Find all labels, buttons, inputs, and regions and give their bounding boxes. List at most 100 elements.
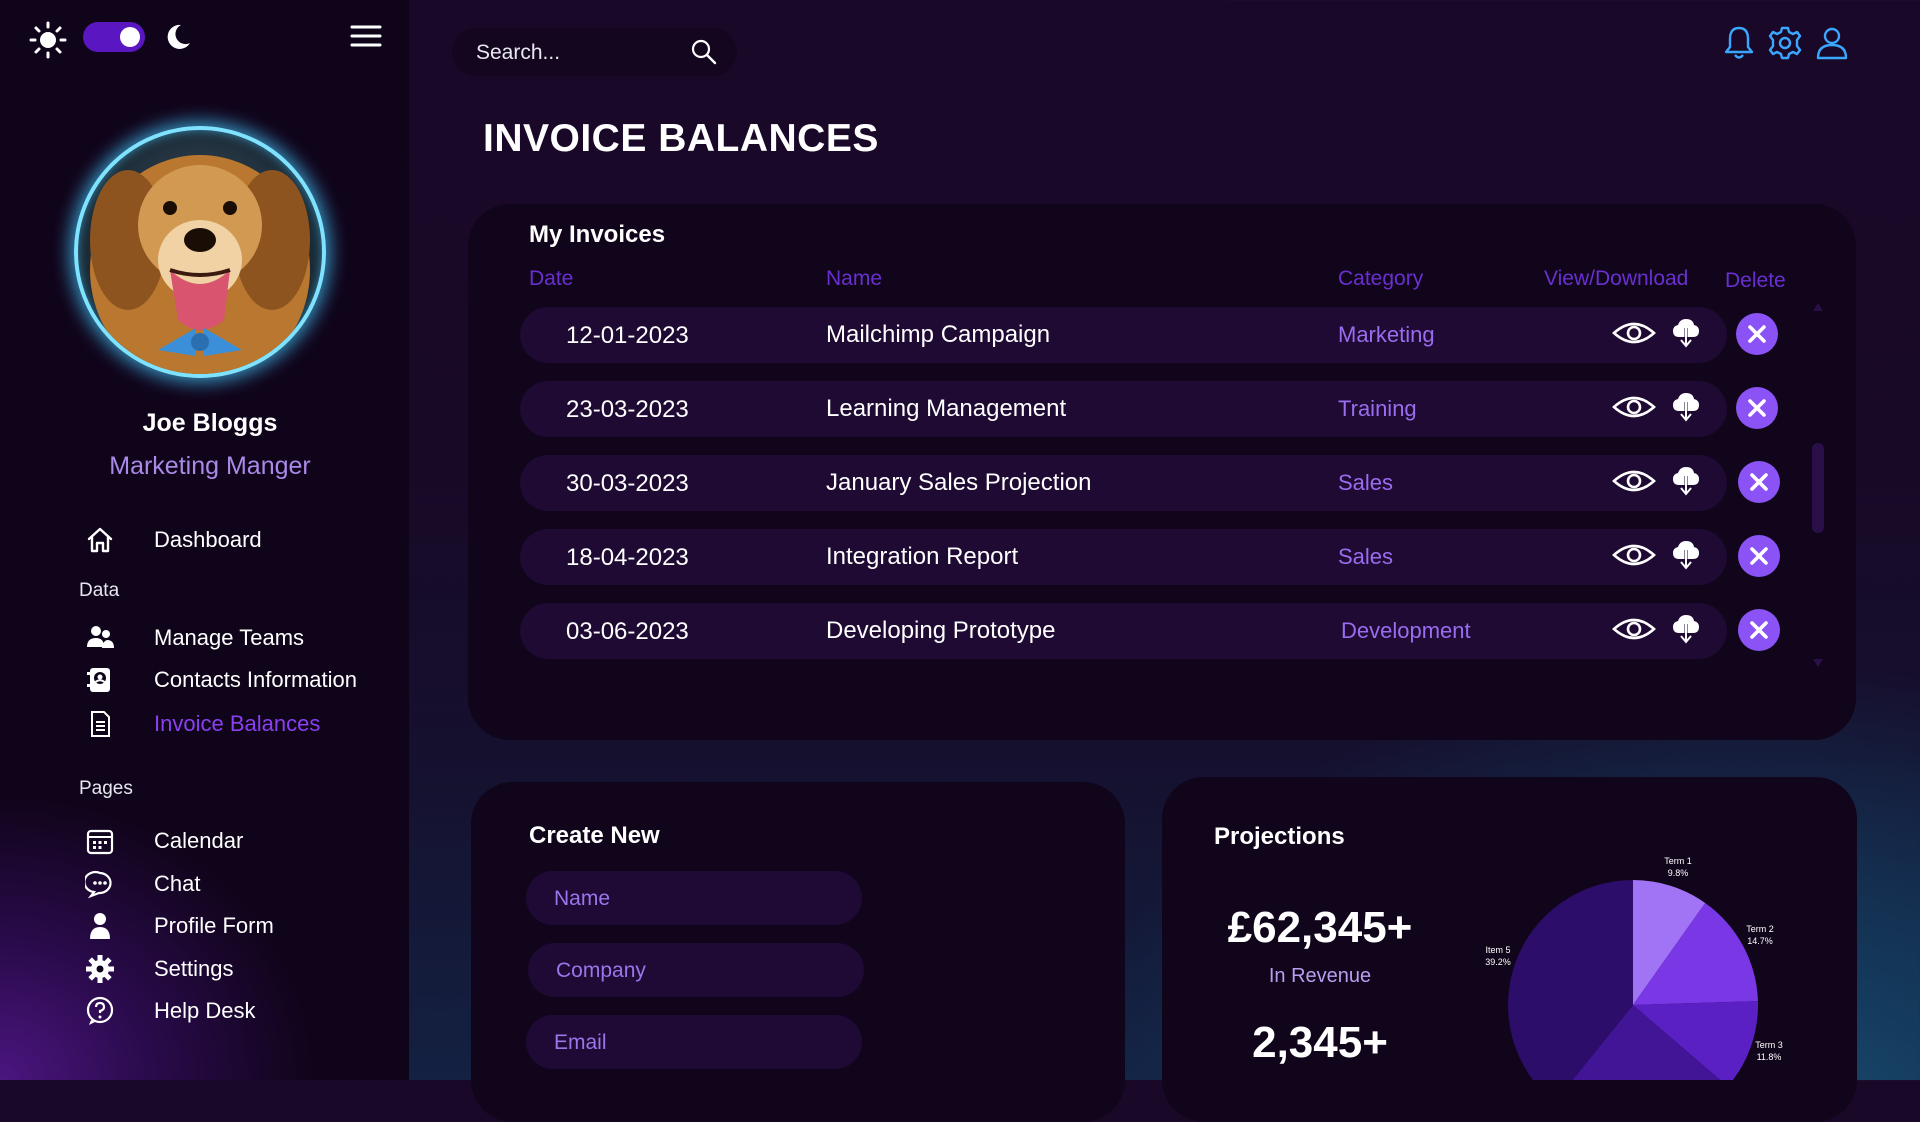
pie-label-term-1: Term 1 9.8% [1664, 856, 1692, 878]
invoice-name: Mailchimp Campaign [826, 321, 1051, 348]
nav-calendar[interactable]: Calendar [78, 823, 243, 859]
invoice-name: Integration Report [826, 543, 1019, 570]
company-field[interactable] [554, 955, 848, 987]
calendar-icon [78, 823, 122, 859]
col-name[interactable]: Name [826, 267, 882, 291]
invoice-date: 30-03-2023 [566, 470, 689, 497]
hamburger-icon[interactable] [350, 24, 382, 48]
close-icon [1746, 397, 1768, 419]
nav-label: Chat [154, 871, 201, 896]
col-category[interactable]: Category [1338, 267, 1423, 291]
invoice-date: 18-04-2023 [566, 544, 689, 571]
delete-button[interactable] [1738, 535, 1780, 577]
projections-pie-chart [1508, 880, 1758, 1080]
nav-label: Calendar [154, 828, 244, 853]
gear-icon [78, 951, 122, 987]
settings-gear-icon[interactable] [1767, 25, 1803, 66]
name-field-wrap [526, 871, 862, 925]
col-view-download[interactable]: View/Download [1544, 267, 1688, 291]
team-icon [78, 620, 122, 656]
invoices-scrollbar[interactable] [1812, 300, 1824, 670]
email-field-wrap [526, 1015, 862, 1069]
email-field[interactable] [552, 1027, 846, 1059]
user-icon[interactable] [1814, 25, 1850, 66]
chat-icon [78, 866, 122, 902]
nav-manage-teams[interactable]: Manage Teams [78, 620, 304, 656]
close-icon [1748, 619, 1770, 641]
download-cloud-icon[interactable] [1672, 392, 1700, 427]
delete-button[interactable] [1736, 313, 1778, 355]
search-bar [452, 28, 737, 76]
revenue-value: £62,345+ [1227, 903, 1413, 952]
nav-contacts-information[interactable]: Contacts Information [78, 662, 357, 698]
toggle-knob [120, 27, 140, 47]
section-pages: Pages [79, 778, 133, 799]
invoice-date: 23-03-2023 [566, 396, 689, 423]
avatar[interactable] [74, 126, 326, 378]
view-eye-icon[interactable] [1611, 615, 1657, 648]
nav-label: Help Desk [154, 998, 256, 1023]
invoice-name: Learning Management [826, 395, 1067, 422]
section-data: Data [79, 580, 120, 601]
help-icon [78, 993, 122, 1029]
invoice-date: 03-06-2023 [566, 618, 689, 645]
bell-icon[interactable] [1722, 25, 1756, 66]
download-cloud-icon[interactable] [1672, 614, 1700, 649]
delete-button[interactable] [1738, 461, 1780, 503]
invoice-category: Sales [1338, 544, 1394, 569]
delete-button[interactable] [1736, 387, 1778, 429]
nav-label: Invoice Balances [154, 711, 321, 736]
view-eye-icon[interactable] [1611, 541, 1657, 574]
scrollbar-thumb[interactable] [1812, 443, 1824, 533]
invoice-name: Developing Prototype [826, 617, 1056, 644]
home-icon [78, 522, 122, 558]
nav-dashboard[interactable]: Dashboard [78, 522, 262, 558]
scroll-up-icon[interactable] [1812, 300, 1824, 314]
table-row[interactable] [520, 307, 1727, 363]
download-cloud-icon[interactable] [1672, 466, 1700, 501]
delete-button[interactable] [1738, 609, 1780, 651]
pie-label-term-3: Term 3 11.8% [1755, 1040, 1783, 1062]
view-eye-icon[interactable] [1611, 319, 1657, 352]
nav-profile-form[interactable]: Profile Form [78, 908, 274, 944]
nav-invoice-balances[interactable]: Invoice Balances [78, 706, 320, 742]
view-eye-icon[interactable] [1611, 393, 1657, 426]
nav-label: Manage Teams [154, 625, 305, 650]
view-eye-icon[interactable] [1611, 467, 1657, 500]
col-date[interactable]: Date [529, 267, 573, 291]
pie-label-item-5: Item 5 39.2% [1485, 945, 1511, 967]
nav-label: Dashboard [154, 527, 262, 552]
table-row[interactable] [520, 603, 1727, 659]
nav-help-desk[interactable]: Help Desk [78, 993, 255, 1029]
invoice-category: Marketing [1338, 322, 1435, 347]
download-cloud-icon[interactable] [1672, 318, 1700, 353]
invoice-category: Sales [1338, 470, 1394, 495]
table-row[interactable] [520, 529, 1727, 585]
search-icon[interactable] [690, 38, 718, 71]
col-delete[interactable]: Delete [1725, 269, 1786, 293]
pie-label-term-2: Term 2 14.7% [1746, 924, 1774, 946]
company-field-wrap [528, 943, 864, 997]
table-row[interactable] [520, 381, 1727, 437]
search-input[interactable] [474, 38, 678, 68]
sun-icon[interactable] [29, 21, 67, 59]
scroll-down-icon[interactable] [1812, 656, 1824, 670]
nav-label: Settings [154, 956, 234, 981]
invoices-title: My Invoices [529, 221, 666, 248]
close-icon [1748, 471, 1770, 493]
person-icon [78, 908, 122, 944]
nav-settings[interactable]: Settings [78, 951, 234, 987]
table-row[interactable] [520, 455, 1727, 511]
nav-label: Profile Form [154, 913, 274, 938]
moon-icon[interactable] [163, 22, 193, 52]
projections-title: Projections [1214, 823, 1345, 850]
dog-photo [90, 155, 310, 374]
download-cloud-icon[interactable] [1672, 540, 1700, 575]
create-new-title: Create New [529, 822, 660, 849]
invoice-icon [78, 706, 122, 742]
name-field[interactable] [552, 883, 846, 915]
theme-toggle[interactable] [83, 22, 145, 52]
invoice-category: Development [1341, 618, 1471, 643]
sidebar: Joe Bloggs Marketing Manger Dashboard Da… [0, 0, 409, 1080]
nav-chat[interactable]: Chat [78, 866, 200, 902]
